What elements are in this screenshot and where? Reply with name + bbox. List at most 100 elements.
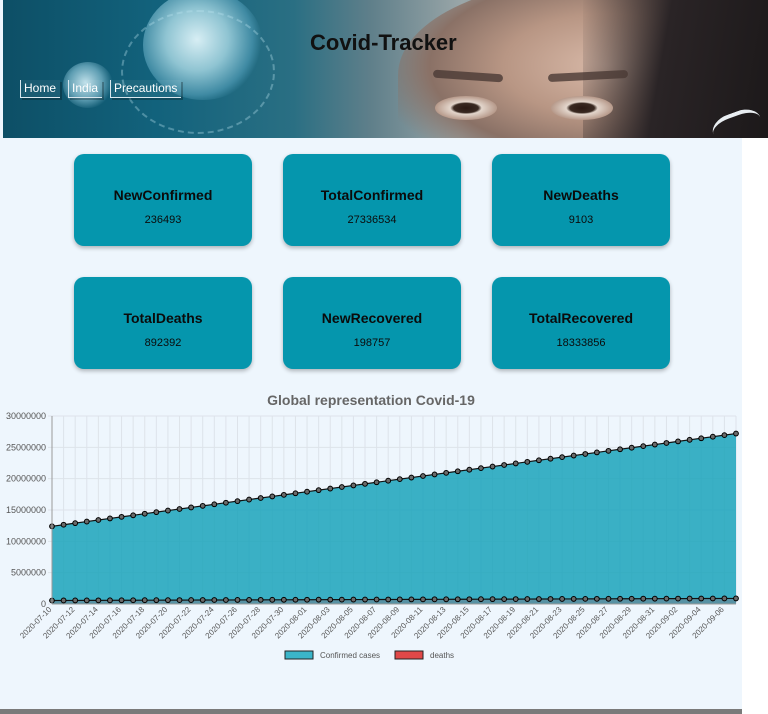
deaths-point <box>246 596 252 603</box>
stat-label: TotalConfirmed <box>320 187 424 203</box>
confirmed-point <box>524 458 531 465</box>
deaths-point <box>721 595 728 602</box>
deaths-point <box>95 597 102 604</box>
y-tick-label: 10000000 <box>6 536 46 546</box>
stat-label: NewRecovered <box>321 310 423 326</box>
deaths-point <box>211 597 218 603</box>
nav-india-link[interactable]: India <box>68 80 103 98</box>
deaths-point <box>501 596 508 603</box>
confirmed-point <box>686 436 693 443</box>
y-tick-label: 5000000 <box>11 568 46 578</box>
header-banner <box>3 0 768 138</box>
deaths-point <box>362 596 368 603</box>
stat-label: TotalDeaths <box>123 310 203 326</box>
confirmed-point <box>176 506 183 512</box>
confirmed-point <box>338 484 345 490</box>
stat-value: 236493 <box>144 214 182 226</box>
deaths-point <box>443 596 450 603</box>
confirmed-point <box>733 430 739 437</box>
stat-value: 9103 <box>568 214 594 226</box>
confirmed-point <box>362 480 368 487</box>
confirmed-point <box>130 512 137 519</box>
confirmed-point <box>280 491 287 498</box>
confirmed-point <box>141 510 148 517</box>
confirmed-point <box>246 496 252 503</box>
confirmed-point <box>396 476 403 483</box>
stat-label: NewDeaths <box>543 187 619 203</box>
deaths-point <box>234 597 241 603</box>
deaths-point <box>420 596 426 603</box>
y-tick-label: 30000000 <box>6 411 46 421</box>
deaths-point <box>385 596 392 603</box>
deaths-point <box>199 597 206 603</box>
deaths-point <box>72 597 79 604</box>
deaths-point <box>338 596 345 603</box>
confirmed-point <box>443 469 450 476</box>
deaths-point <box>153 597 160 604</box>
deaths-point <box>570 596 577 602</box>
nav-home-link[interactable]: Home <box>20 80 61 98</box>
nav-precautions-link[interactable]: Precautions <box>110 80 182 98</box>
confirmed-point <box>350 482 357 489</box>
deaths-point <box>524 596 531 602</box>
confirmed-point <box>466 466 473 473</box>
deaths-point <box>165 597 171 604</box>
confirmed-point <box>257 495 264 501</box>
confirmed-point <box>582 451 589 457</box>
nav-bar: Home India Precautions <box>20 80 182 98</box>
confirmed-point <box>211 501 218 508</box>
deaths-point <box>675 595 681 602</box>
stat-label: TotalRecovered <box>529 310 633 326</box>
y-tick-label: 15000000 <box>6 505 46 515</box>
confirmed-point <box>454 468 461 475</box>
confirmed-point <box>489 463 496 470</box>
confirmed-area <box>52 433 736 604</box>
confirmed-point <box>698 435 705 442</box>
confirmed-point <box>385 477 392 484</box>
confirmed-point <box>431 471 438 478</box>
confirmed-point <box>107 515 113 522</box>
confirmed-point <box>153 509 160 516</box>
confirmed-point <box>617 446 623 453</box>
deaths-point <box>222 597 229 603</box>
confirmed-point <box>199 502 206 509</box>
confirmed-point <box>408 474 415 481</box>
stat-card-total-confirmed: TotalConfirmed 27336534 <box>283 154 461 246</box>
deaths-point <box>605 595 612 602</box>
deaths-point <box>651 595 658 602</box>
deaths-point <box>478 596 484 603</box>
deaths-point <box>489 596 496 603</box>
confirmed-point <box>593 449 600 456</box>
y-tick-label: 20000000 <box>6 474 46 484</box>
confirmed-point <box>118 513 125 520</box>
deaths-point <box>628 595 635 602</box>
deaths-point <box>617 595 623 602</box>
confirmed-point <box>83 518 90 525</box>
confirmed-point <box>373 479 380 486</box>
confirmed-point <box>222 499 229 506</box>
stat-label: NewConfirmed <box>113 187 213 203</box>
confirmed-point <box>188 504 195 511</box>
deaths-point <box>304 596 310 603</box>
deaths-point <box>188 597 195 603</box>
virus-outline <box>121 10 275 134</box>
deaths-point <box>640 595 647 602</box>
confirmed-point <box>60 521 67 528</box>
deaths-point <box>292 596 299 603</box>
deaths-point <box>280 596 287 603</box>
deaths-point <box>547 596 554 602</box>
confirmed-point <box>559 454 566 461</box>
deaths-point <box>512 596 519 602</box>
deaths-point <box>269 596 276 603</box>
deaths-point <box>466 596 473 603</box>
confirmed-point <box>304 488 310 495</box>
confirmed-point <box>234 498 241 505</box>
confirmed-point <box>651 441 658 448</box>
stat-card-new-confirmed: NewConfirmed 236493 <box>74 154 252 246</box>
legend-label-confirmed: Confirmed cases <box>320 651 380 660</box>
deaths-point <box>582 595 589 602</box>
y-tick-label: 25000000 <box>6 442 46 452</box>
confirmed-point <box>536 457 542 464</box>
deaths-point <box>373 596 380 603</box>
confirmed-point <box>165 507 171 514</box>
